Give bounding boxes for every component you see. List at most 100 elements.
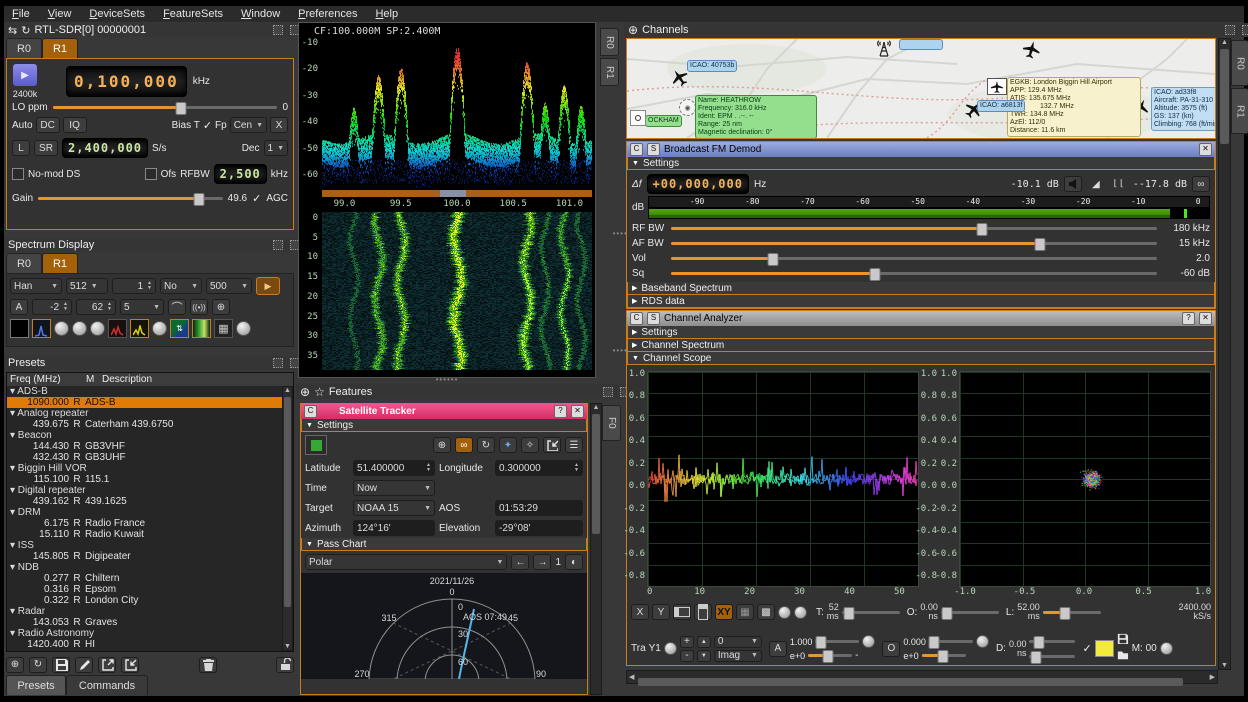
device-shrink-icon[interactable]: [273, 25, 283, 35]
fc-position-dropdown[interactable]: Cen▼: [230, 117, 267, 133]
preset-group-row[interactable]: ▾ NDB: [7, 562, 284, 573]
preset-row[interactable]: 143.053RGraves: [7, 617, 284, 628]
preset-import-button[interactable]: [121, 657, 139, 673]
averaging-spinner[interactable]: 1▲▼: [112, 278, 156, 294]
preset-group-row[interactable]: ▾ Beacon: [7, 430, 284, 441]
amp-button[interactable]: A: [769, 641, 787, 657]
preset-row[interactable]: 432.430RGB3UHF: [7, 452, 284, 463]
fm-demod-titlebar[interactable]: C S Broadcast FM Demod ✕: [627, 142, 1215, 157]
presets-shrink-icon[interactable]: [273, 358, 283, 368]
presets-scrollbar[interactable]: ▲ ▼: [282, 386, 293, 651]
lowrate-button[interactable]: L: [12, 140, 30, 156]
frequency-scale-bar[interactable]: [322, 190, 592, 197]
preset-new-button[interactable]: ⊕: [6, 657, 24, 673]
preset-row[interactable]: 439.162R439.1625: [7, 496, 284, 507]
samplerate-dial[interactable]: 2,400,000: [62, 138, 148, 158]
menu-featuresets[interactable]: FeatureSets: [163, 8, 223, 20]
preset-row[interactable]: 15.110RRadio Kuwait: [7, 529, 284, 540]
dark-theme-icon[interactable]: ◐: [565, 554, 583, 570]
trace-stream-dropdown[interactable]: 0▼: [714, 636, 762, 648]
preset-row[interactable]: 0.316REpsom: [7, 584, 284, 595]
radio-tower-icon[interactable]: [877, 40, 892, 58]
icao-chip-2[interactable]: ICAO: a6813f: [977, 100, 1025, 112]
memory-knob[interactable]: [1160, 642, 1173, 655]
col-description[interactable]: Description: [102, 374, 152, 385]
preset-save-button[interactable]: [52, 657, 70, 673]
channels-scrollbar[interactable]: ▲ ▼: [1218, 38, 1231, 670]
calibration-icon[interactable]: ((•)): [190, 299, 208, 315]
channels-h-scrollbar[interactable]: ◀ ▶: [626, 670, 1218, 684]
mid-tab-r0[interactable]: R0: [600, 28, 619, 56]
sat-edit-icon[interactable]: [543, 437, 561, 453]
ndb-compass-icon[interactable]: ◉: [679, 99, 696, 116]
vor-icon[interactable]: [630, 110, 646, 126]
fm-stream-button[interactable]: S: [647, 143, 660, 156]
tab-presets[interactable]: Presets: [6, 675, 66, 695]
sat-menu-icon[interactable]: ☰: [565, 437, 583, 453]
spectrum-tab-r1[interactable]: R1: [42, 253, 78, 273]
next-pass-button[interactable]: →: [533, 554, 551, 570]
channel-freq-dial[interactable]: +00,000,000: [647, 174, 749, 194]
ref-level-spinner[interactable]: -2▲▼: [32, 299, 72, 315]
preset-group-row[interactable]: ▾ DRM: [7, 507, 284, 518]
latitude-field[interactable]: 51.400000▲▼: [353, 460, 435, 476]
close-icon[interactable]: ✕: [571, 405, 584, 418]
annotation-button[interactable]: A: [10, 299, 28, 315]
dc-button[interactable]: DC: [36, 117, 60, 133]
preset-row[interactable]: 115.100R115.1: [7, 474, 284, 485]
prev-pass-button[interactable]: ←: [511, 554, 529, 570]
airport-icon[interactable]: [987, 78, 1007, 95]
filter-curve-icon[interactable]: ⌒: [168, 299, 186, 315]
channels-shrink-icon[interactable]: [1225, 25, 1235, 35]
audio-mute-icon[interactable]: [1064, 176, 1082, 192]
lo-ppm-slider[interactable]: [53, 101, 278, 114]
spectrum-shrink-icon[interactable]: [273, 240, 283, 250]
offset-slider[interactable]: [941, 606, 999, 619]
trace-del-button[interactable]: -: [680, 650, 694, 662]
preset-row[interactable]: 6.175RRadio France: [7, 518, 284, 529]
frequency-dial[interactable]: 0,100,000: [66, 66, 187, 97]
right-tab-r1[interactable]: R1: [1231, 88, 1248, 134]
scope-y-only-button[interactable]: Y: [652, 604, 670, 620]
add-feature-icon[interactable]: ⊕: [300, 385, 310, 399]
grid-icon[interactable]: ▦: [214, 319, 233, 338]
preset-group-row[interactable]: ▾ Radio Astronomy: [7, 628, 284, 639]
trace-color-swatch[interactable]: [1095, 640, 1114, 657]
stroke-knob[interactable]: [90, 321, 105, 336]
ofs-exp-slider[interactable]: [922, 649, 966, 662]
menu-preferences[interactable]: Preferences: [298, 8, 357, 20]
an-stream-button[interactable]: S: [647, 312, 660, 325]
menu-window[interactable]: Window: [241, 8, 280, 20]
preset-row[interactable]: 1420.400RHI: [7, 639, 284, 650]
an-help-icon[interactable]: ?: [1182, 312, 1195, 325]
scope-xy-button[interactable]: XY: [715, 604, 733, 620]
markers-icon[interactable]: ⊕: [212, 299, 230, 315]
col-m[interactable]: M: [86, 374, 102, 385]
sat-link-icon[interactable]: ∞: [455, 437, 473, 453]
time-dropdown[interactable]: Now▼: [353, 480, 435, 496]
sat-start-button[interactable]: [305, 435, 327, 455]
device-start-button[interactable]: ▶: [12, 63, 38, 87]
an-spectrum-rollup[interactable]: ▶Channel Spectrum: [627, 339, 1215, 352]
preset-row[interactable]: 144.430RGB3VHF: [7, 441, 284, 452]
sq-slider[interactable]: [671, 267, 1157, 280]
preset-group-row[interactable]: ▾ Biggin Hill VOR: [7, 463, 284, 474]
range-spinner[interactable]: 62▲▼: [76, 299, 116, 315]
device-swap-icon[interactable]: ⇆: [8, 24, 17, 37]
menu-help[interactable]: Help: [375, 8, 398, 20]
max-hold-icon[interactable]: [108, 319, 127, 338]
feature-presets-icon[interactable]: ☆: [314, 385, 325, 399]
preset-group-row[interactable]: ▾ Radar: [7, 606, 284, 617]
sat-satellite-icon[interactable]: ✧: [521, 437, 539, 453]
spectrum-play-button[interactable]: ▶: [256, 277, 280, 295]
target-dropdown[interactable]: NOAA 15▼: [353, 500, 435, 516]
tab-commands[interactable]: Commands: [66, 675, 148, 695]
grid-light-icon[interactable]: ▦: [736, 604, 754, 620]
preset-edit-button[interactable]: [75, 657, 93, 673]
trace-add-button[interactable]: +: [680, 636, 694, 648]
preset-delete-button[interactable]: [199, 657, 217, 673]
adsb-map[interactable]: ICAO: 40753b OCKHAM ◉ Name: HEATHROW Fre…: [626, 38, 1216, 139]
add-channel-icon[interactable]: ⊕: [628, 23, 638, 37]
spectrum-line-icon[interactable]: [32, 319, 51, 338]
preset-group-row[interactable]: ▾ ADS-B: [7, 386, 284, 397]
